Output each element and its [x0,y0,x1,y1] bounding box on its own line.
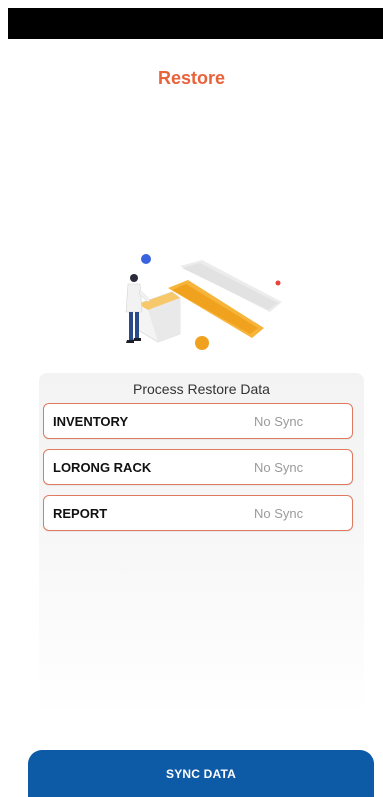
restore-screen: Restore Process Restore Data INVENTORY N… [0,0,383,797]
item-label: LORONG RACK [53,460,152,475]
list-item-lorong-rack[interactable]: LORONG RACK No Sync [43,449,353,485]
restore-panel: Process Restore Data INVENTORY No Sync L… [39,373,364,716]
panel-title: Process Restore Data [133,381,270,397]
status-bar [8,8,383,39]
sync-data-button[interactable]: SYNC DATA [28,750,374,797]
item-status: No Sync [254,414,304,429]
data-sync-illustration [125,254,282,350]
item-label: INVENTORY [53,414,129,429]
page-title: Restore [157,68,226,88]
item-status: No Sync [254,506,304,521]
list-item-inventory[interactable]: INVENTORY No Sync [43,403,353,439]
list-item-report[interactable]: REPORT No Sync [43,495,353,531]
item-label: REPORT [53,506,108,521]
item-status: No Sync [254,460,304,475]
